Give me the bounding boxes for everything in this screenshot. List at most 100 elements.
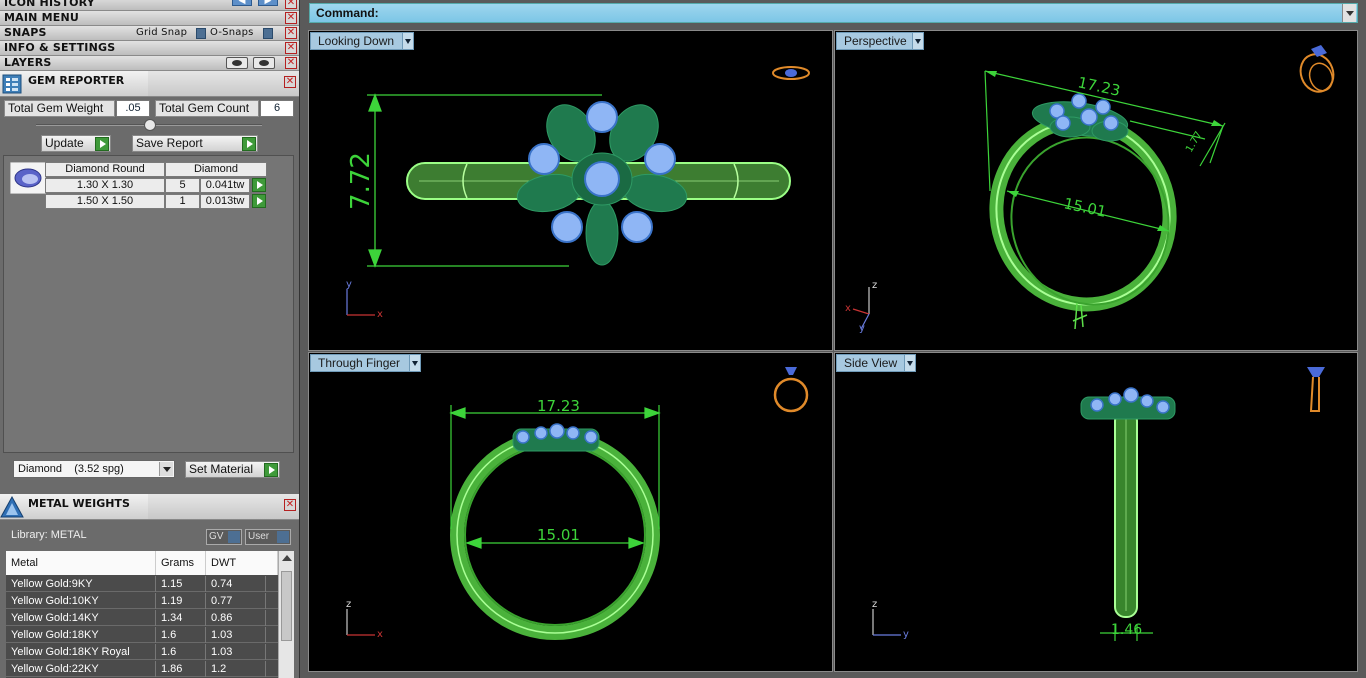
view-cube-icon[interactable] (772, 66, 810, 80)
close-icon[interactable]: ✕ (285, 0, 297, 9)
play-icon (95, 137, 109, 151)
viewport-title-label: Looking Down (318, 34, 395, 48)
viewport-title-looking-down[interactable]: Looking Down (310, 32, 414, 50)
play-icon (252, 194, 266, 208)
command-bar[interactable]: Command: (309, 3, 1358, 23)
play-icon (264, 463, 278, 477)
icon-history-header[interactable]: ICON HISTORY ◀ ▶ ✕ (0, 0, 299, 11)
through-finger-render: 17.23 15.01 z x (346, 367, 809, 640)
view-cube-icon[interactable] (1307, 367, 1325, 412)
gv-toggle[interactable]: GV (206, 529, 242, 545)
table-row[interactable]: Yellow Gold:9KY 1.15 0.74 (6, 576, 278, 592)
looking-down-render: 7.72 y x (346, 66, 810, 320)
gem-reporter-icon (2, 74, 22, 94)
total-gem-count-label: Total Gem Count (155, 100, 259, 117)
user-toggle[interactable]: User (245, 529, 291, 545)
layer-visibility-icon[interactable] (226, 57, 248, 69)
info-settings-header[interactable]: INFO & SETTINGS ✕ (0, 41, 299, 56)
forward-arrow-icon[interactable]: ▶ (258, 0, 278, 6)
column-header-grams[interactable]: Grams (156, 551, 206, 575)
chevron-down-icon[interactable] (912, 33, 923, 49)
metal-name: Yellow Gold:10KY (6, 593, 156, 609)
save-report-button[interactable]: Save Report (132, 135, 258, 152)
dimension-label: 1.46 (1111, 622, 1142, 638)
update-button[interactable]: Update (41, 135, 111, 152)
viewport-looking-down[interactable]: 7.72 y x Looking Down (308, 30, 833, 351)
gem-reporter-titlebar: GEM REPORTER (0, 71, 148, 97)
axis-label: y (903, 629, 909, 640)
view-cube-icon[interactable] (773, 367, 809, 413)
o-snaps-toggle[interactable] (263, 28, 273, 39)
close-icon[interactable]: ✕ (285, 27, 297, 39)
table-row[interactable]: Yellow Gold:18KY 1.6 1.03 (6, 627, 278, 643)
gem-row-count[interactable]: 1 (165, 194, 200, 209)
toggle-indicator-icon (277, 531, 289, 543)
column-header-dwt[interactable]: DWT (206, 551, 278, 575)
gem-row-weight[interactable]: 0.041tw (200, 178, 250, 193)
gem-row-weight[interactable]: 0.013tw (200, 194, 250, 209)
snaps-header[interactable]: SNAPS Grid Snap O-Snaps ✕ (0, 26, 299, 41)
metal-weights-titlebar: METAL WEIGHTS (0, 494, 148, 520)
column-header-shape: Diamond Round (45, 162, 165, 177)
table-row[interactable]: Yellow Gold:22KY 1.86 1.2 (6, 661, 278, 677)
chevron-down-icon[interactable] (904, 355, 915, 371)
main-menu-label: MAIN MENU (4, 11, 79, 24)
table-row[interactable]: Yellow Gold:10KY 1.19 0.77 (6, 593, 278, 609)
material-select[interactable]: Diamond (3.52 spg) (13, 460, 175, 478)
app-window: ICON HISTORY ◀ ▶ ✕ MAIN MENU ✕ SNAPS Gri… (0, 0, 1366, 678)
layers-header[interactable]: LAYERS ✕ (0, 56, 299, 71)
metal-grams: 1.86 (156, 661, 206, 677)
metal-dwt: 0.86 (206, 610, 266, 626)
set-material-label: Set Material (189, 462, 254, 476)
viewport-title-through-finger[interactable]: Through Finger (310, 354, 421, 372)
axis-label: z (872, 599, 877, 610)
collapse-icon[interactable] (144, 119, 156, 131)
gem-row-size[interactable]: 1.30 X 1.30 (45, 178, 165, 193)
grid-snap-toggle[interactable] (196, 28, 206, 39)
close-icon[interactable]: ✕ (284, 76, 296, 88)
gem-row-play-button[interactable] (251, 194, 266, 209)
column-header-metal[interactable]: Metal (6, 551, 156, 575)
viewport-perspective[interactable]: 17.23 15.01 1.77 z x y Perspective (834, 30, 1358, 351)
gem-row-play-button[interactable] (251, 178, 266, 193)
main-menu-header[interactable]: MAIN MENU ✕ (0, 11, 299, 26)
column-header-stone: Diamond (165, 162, 267, 177)
metal-table: Metal Grams DWT Yellow Gold:9KY 1.15 0.7… (6, 551, 294, 678)
scroll-thumb[interactable] (281, 571, 292, 641)
viewport-title-label: Through Finger (318, 356, 401, 370)
round-diamond-icon (10, 162, 46, 194)
gv-label: GV (209, 531, 224, 542)
o-snaps-label: O-Snaps (210, 27, 254, 38)
gem-reporter-title: GEM REPORTER (28, 74, 125, 87)
metal-grams: 1.6 (156, 644, 206, 660)
scroll-up-icon[interactable] (282, 555, 292, 561)
dimension-label: 15.01 (1062, 194, 1108, 221)
chevron-down-icon[interactable] (409, 355, 420, 371)
set-material-button[interactable]: Set Material (185, 461, 280, 478)
gem-row-count[interactable]: 5 (165, 178, 200, 193)
viewport-title-perspective[interactable]: Perspective (836, 32, 924, 50)
chevron-down-icon[interactable] (159, 462, 173, 476)
table-row[interactable]: Yellow Gold:18KY Royal 1.6 1.03 (6, 644, 278, 660)
close-icon[interactable]: ✕ (285, 57, 297, 69)
viewport-title-side-view[interactable]: Side View (836, 354, 916, 372)
gem-table: Diamond Round Diamond 1.30 X 1.30 5 0.04… (3, 155, 294, 453)
eye-icon[interactable] (253, 57, 275, 69)
gem-row-size[interactable]: 1.50 X 1.50 (45, 194, 165, 209)
viewport-through-finger[interactable]: 17.23 15.01 z x Through Finger (308, 352, 833, 672)
chevron-down-icon[interactable] (402, 33, 413, 49)
command-dropdown-button[interactable] (1342, 4, 1356, 22)
close-icon[interactable]: ✕ (285, 42, 297, 54)
table-row[interactable]: Yellow Gold:14KY 1.34 0.86 (6, 610, 278, 626)
back-arrow-icon[interactable]: ◀ (232, 0, 252, 6)
view-cube-icon[interactable] (1295, 45, 1338, 96)
viewport-side-view[interactable]: 1.46 z y Side View (834, 352, 1358, 672)
metal-name: Yellow Gold:18KY Royal (6, 644, 156, 660)
close-icon[interactable]: ✕ (284, 499, 296, 511)
metal-weights-icon (0, 496, 24, 518)
vertical-scrollbar[interactable] (278, 551, 294, 678)
close-icon[interactable]: ✕ (285, 12, 297, 24)
metal-weights-titlebar-fill: ✕ (148, 494, 299, 520)
gem-reporter-titlebar-fill: ✕ (148, 71, 299, 97)
metal-grams: 1.34 (156, 610, 206, 626)
